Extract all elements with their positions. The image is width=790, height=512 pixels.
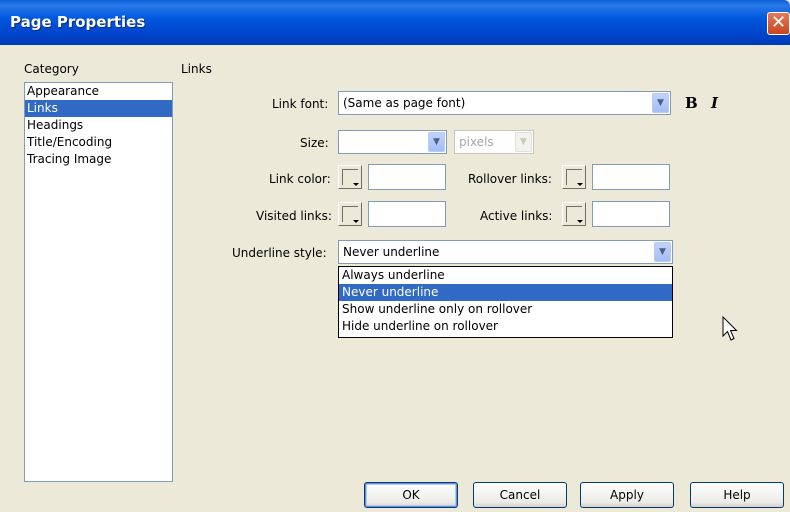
dropdown-option[interactable]: Hide underline on rollover <box>339 318 672 335</box>
category-item-title-encoding[interactable]: Title/Encoding <box>25 134 172 151</box>
dropdown-option[interactable]: Never underline <box>339 284 672 301</box>
underline-style-select[interactable]: Never underline ▼ <box>338 240 673 264</box>
window-title: Page Properties <box>10 13 146 31</box>
dropdown-option[interactable]: Show underline only on rollover <box>339 301 672 318</box>
chevron-down-icon[interactable]: ▼ <box>652 93 669 113</box>
ok-button[interactable]: OK <box>364 482 458 508</box>
link-font-value: (Same as page font) <box>343 96 466 110</box>
link-font-select[interactable]: (Same as page font) ▼ <box>338 91 671 115</box>
size-label: Size: <box>300 136 329 150</box>
active-links-input[interactable] <box>592 201 670 227</box>
category-item-appearance[interactable]: Appearance <box>25 83 172 100</box>
size-unit-value: pixels <box>459 135 494 149</box>
visited-links-label: Visited links: <box>256 209 332 223</box>
italic-button[interactable]: I <box>711 94 718 112</box>
category-header: Category <box>24 62 79 76</box>
underline-style-value: Never underline <box>343 245 440 259</box>
chevron-down-icon[interactable]: ▼ <box>654 242 671 262</box>
link-color-input[interactable] <box>368 164 446 190</box>
link-font-label: Link font: <box>272 97 329 111</box>
rollover-links-input[interactable] <box>592 164 670 190</box>
close-icon[interactable]: ✕ <box>767 12 790 35</box>
chevron-down-icon[interactable]: ▼ <box>428 132 445 152</box>
color-swatch-icon[interactable] <box>338 202 362 226</box>
color-swatch-icon[interactable] <box>562 165 586 189</box>
rollover-links-label: Rollover links: <box>468 172 552 186</box>
category-item-headings[interactable]: Headings <box>25 117 172 134</box>
cancel-button[interactable]: Cancel <box>473 482 567 508</box>
color-swatch-icon[interactable] <box>338 165 362 189</box>
apply-button[interactable]: Apply <box>580 482 674 508</box>
title-bar: Page Properties ✕ <box>0 0 790 45</box>
link-color-label: Link color: <box>269 172 331 186</box>
underline-style-dropdown[interactable]: Always underline Never underline Show un… <box>338 266 673 338</box>
visited-links-input[interactable] <box>368 201 446 227</box>
size-unit-select[interactable]: pixels ▼ <box>454 130 534 154</box>
panel-heading: Links <box>181 62 212 76</box>
underline-style-label: Underline style: <box>232 246 327 260</box>
mouse-pointer-icon <box>722 316 738 341</box>
help-button[interactable]: Help <box>690 482 784 508</box>
dropdown-option[interactable]: Always underline <box>339 267 672 284</box>
color-swatch-icon[interactable] <box>562 202 586 226</box>
category-item-links[interactable]: Links <box>25 100 172 117</box>
active-links-label: Active links: <box>480 209 553 223</box>
size-select[interactable]: ▼ <box>338 130 447 154</box>
category-list[interactable]: Appearance Links Headings Title/Encoding… <box>24 82 173 482</box>
bold-button[interactable]: B <box>685 94 698 112</box>
chevron-down-icon[interactable]: ▼ <box>515 132 532 152</box>
category-item-tracing-image[interactable]: Tracing Image <box>25 151 172 168</box>
